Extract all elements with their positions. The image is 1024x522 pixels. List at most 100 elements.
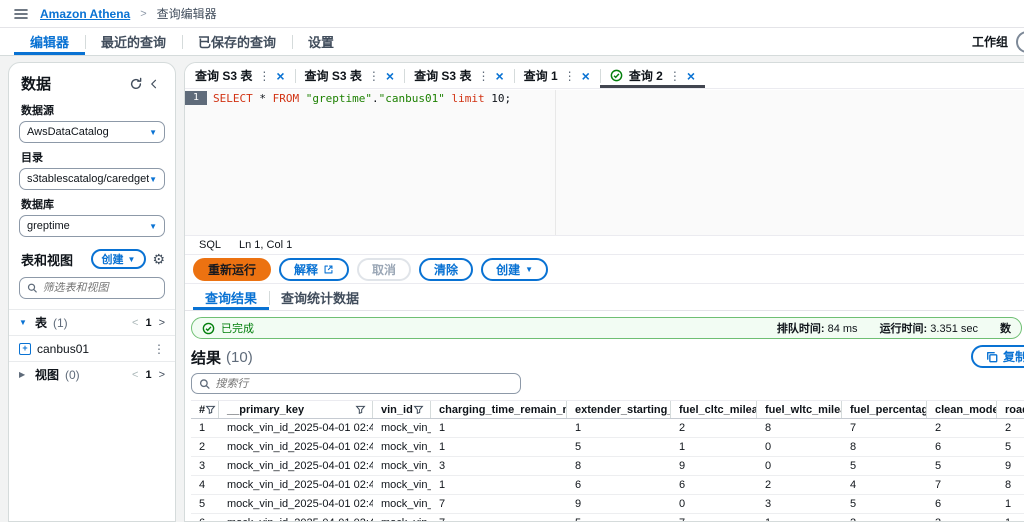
tables-count: (1) [53,315,68,330]
results-tab-1[interactable]: 查询统计数据 [269,284,371,310]
search-rows-input[interactable] [215,377,513,390]
datasource-select[interactable]: AwsDataCatalog ▼ [19,121,165,143]
query-tab-1[interactable]: 查询 S3 表 ⋮ × [294,63,405,88]
table-cell: 1 [1005,498,1012,510]
nav-tab-2[interactable]: 已保存的查询 [182,28,292,55]
column-header-label: fuel_wltc_mileage [765,403,841,416]
table-cell: mock_vin_id [381,460,431,472]
views-pagination: < 1 > [132,369,165,381]
results-tab-0[interactable]: 查询结果 [193,284,269,310]
column-header-__primary_key[interactable]: __primary_key [219,401,373,418]
column-header-road_r[interactable]: road_r [997,401,1024,418]
create-menu-button[interactable]: 创建 ▼ [481,257,548,281]
copy-button[interactable]: 复制 [970,345,1024,368]
close-icon[interactable]: × [582,68,590,84]
table-cell: mock_vin_id_2025-04-01 02:43:35.402 [227,498,373,510]
page-prev-icon[interactable]: < [132,369,138,381]
catalog-select[interactable]: s3tablescatalog/caredgetest ▼ [19,168,165,190]
query-tab-label: 查询 S3 表 [195,69,253,83]
breadcrumb-separator-icon: > [140,7,147,20]
nav-tab-0[interactable]: 编辑器 [14,28,85,55]
breadcrumb-app-link[interactable]: Amazon Athena [40,7,130,21]
service-nav: 编辑器 最近的查询 已保存的查询 设置 工作组 [0,28,1024,56]
query-tab-0[interactable]: 查询 S3 表 ⋮ × [185,63,295,88]
breadcrumb-current: 查询编辑器 [156,7,217,21]
caret-collapsed-icon[interactable]: ▶ [19,370,29,379]
query-actions-toolbar: 重新运行 解释 取消 清除 创建 ▼ [185,254,1024,283]
kebab-icon[interactable]: ⋮ [669,69,681,83]
data-panel-title: 数据 [21,76,52,93]
truncated-label: 数 [1000,323,1011,335]
clear-button[interactable]: 清除 [419,257,474,281]
column-header-fuel_cltc_mileage[interactable]: fuel_cltc_mileage [671,401,757,418]
table-cell: 3 [765,498,772,510]
nav-tab-3[interactable]: 设置 [292,28,350,55]
database-value: greptime [27,220,70,232]
query-status-banner: 已完成 排队时间: 84 ms 运行时间: 3.351 sec 数 [191,317,1022,339]
column-header-vin_id[interactable]: vin_id [373,401,431,418]
hamburger-menu-icon[interactable] [12,5,30,23]
column-header-label: road_r [1005,403,1024,416]
caret-expanded-icon[interactable]: ▼ [19,318,29,327]
kebab-icon[interactable]: ⋮ [477,69,489,83]
table-cell: 9 [575,498,582,510]
column-header-charging_time_remain_minute[interactable]: charging_time_remain_minute [431,401,567,418]
close-icon[interactable]: × [495,68,503,84]
kebab-icon[interactable]: ⋮ [368,69,380,83]
filter-tables-search[interactable] [19,277,165,299]
table-cell: 1 [439,441,446,453]
column-header-label: charging_time_remain_minute [439,403,566,416]
catalog-value: s3tablescatalog/caredgetest [27,173,150,185]
search-rows-box[interactable] [191,373,521,394]
page-next-icon[interactable]: > [159,317,165,329]
column-header-extender_starting_point[interactable]: extender_starting_point [567,401,671,418]
page-prev-icon[interactable]: < [132,317,138,329]
table-item-canbus01[interactable]: + canbus01 ⋮ [9,335,175,361]
database-select[interactable]: greptime ▼ [19,215,165,237]
column-header-#[interactable]: # [191,401,219,418]
gear-icon[interactable]: ⚙ [152,252,165,266]
table-cell: 0 [765,460,772,472]
query-tab-4[interactable]: 查询 2 ⋮ × [599,63,705,88]
queue-time-value: 84 ms [827,323,858,335]
query-tab-3[interactable]: 查询 1 ⋮ × [513,63,600,88]
service-nav-tabs: 编辑器 最近的查询 已保存的查询 设置 [14,28,350,55]
rerun-button[interactable]: 重新运行 [193,257,272,281]
kebab-icon[interactable]: ⋮ [564,69,576,83]
table-cell: 0 [679,498,686,510]
views-group-label: 视图 [35,368,60,382]
copy-icon [987,351,998,362]
views-group-row[interactable]: ▶ 视图 (0) < 1 > [9,361,175,387]
column-header-fuel_wltc_mileage[interactable]: fuel_wltc_mileage [757,401,842,418]
chevron-down-icon: ▼ [127,254,136,264]
table-cell: 7 [850,422,857,434]
filter-icon[interactable] [205,404,216,415]
filter-tables-input[interactable] [42,282,157,294]
refresh-icon[interactable] [127,75,145,93]
expand-table-icon[interactable]: + [19,342,31,355]
line-number: 1 [185,91,207,105]
editor-status-bar: SQL Ln 1, Col 1 [185,235,1024,254]
column-header-label: __primary_key [227,403,305,416]
kebab-icon[interactable]: ⋮ [153,342,165,356]
create-menu-label: 创建 [496,262,521,277]
table-cell: 3 [199,460,206,472]
workgroup-select[interactable] [1016,30,1024,53]
page-next-icon[interactable]: > [159,369,165,381]
close-icon[interactable]: × [687,68,695,84]
filter-icon[interactable] [413,404,424,415]
tables-group-row[interactable]: ▼ 表 (1) < 1 > [9,309,175,335]
kebab-icon[interactable]: ⋮ [258,69,270,83]
close-icon[interactable]: × [386,68,394,84]
query-tab-2[interactable]: 查询 S3 表 ⋮ × [404,63,514,88]
collapse-panel-icon[interactable] [145,75,163,93]
sql-editor[interactable]: 1 SELECT * FROM "greptime"."canbus01" li… [185,90,1024,235]
column-header-fuel_percentage[interactable]: fuel_percentage [842,401,927,418]
create-button[interactable]: 创建 ▼ [90,249,147,269]
explain-button[interactable]: 解释 [279,257,350,281]
filter-icon[interactable] [355,404,366,415]
tables-group-label: 表 [35,316,48,330]
nav-tab-1[interactable]: 最近的查询 [85,28,182,55]
column-header-clean_mode[interactable]: clean_mode [927,401,997,418]
close-icon[interactable]: × [276,68,284,84]
